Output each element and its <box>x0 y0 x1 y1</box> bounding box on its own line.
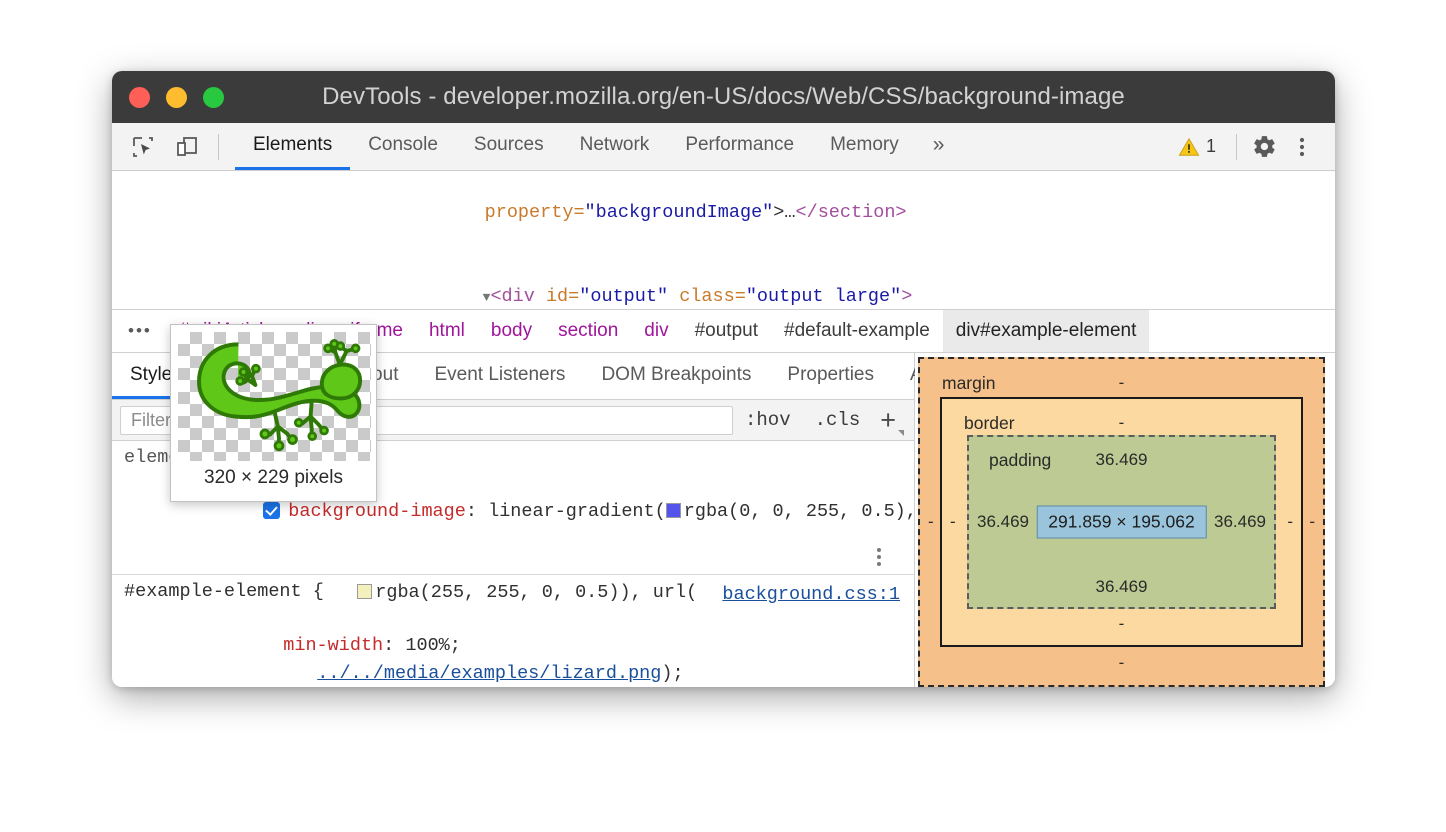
margin-right-value[interactable]: - <box>1309 512 1315 532</box>
declaration-colon: : <box>383 635 405 656</box>
image-preview-tooltip: 320 × 229 pixels <box>170 324 377 502</box>
margin-left-value[interactable]: - <box>928 512 934 532</box>
window-titlebar: DevTools - developer.mozilla.org/en-US/d… <box>112 71 1335 123</box>
dom-tag: <div <box>490 286 546 307</box>
toolbar-divider-right <box>1236 134 1237 160</box>
breadcrumb-item-example-element[interactable]: div#example-element <box>943 310 1150 352</box>
padding-top-value[interactable]: 36.469 <box>969 450 1274 470</box>
box-model-content-box[interactable]: 291.859 × 195.062 <box>1036 506 1206 539</box>
maximize-window-button[interactable] <box>203 87 224 108</box>
declaration-colon: : <box>466 501 488 522</box>
css-rule-example-element: #example-element { background.css:1 min-… <box>112 575 914 687</box>
dom-line[interactable]: ▼<div id="output" class="output large"> <box>112 255 1335 309</box>
declaration-fn: linear-gradient( <box>488 501 666 522</box>
warning-indicator[interactable]: 1 <box>1166 136 1228 158</box>
device-toolbar-icon[interactable] <box>170 130 204 164</box>
devtools-toolbar: Elements Console Sources Network Perform… <box>112 123 1335 171</box>
margin-top-value[interactable]: - <box>920 373 1323 393</box>
padding-right-value[interactable]: 36.469 <box>1214 512 1266 532</box>
declaration-name[interactable]: min-width <box>283 635 383 656</box>
dom-attr-value: "output large" <box>746 286 901 307</box>
declaration-value[interactable]: 100%; <box>405 635 461 656</box>
cls-button[interactable]: .cls <box>803 409 873 431</box>
window-title: DevTools - developer.mozilla.org/en-US/d… <box>112 83 1335 111</box>
declaration-checkbox[interactable] <box>263 502 280 519</box>
more-tabs-button[interactable]: » <box>917 123 961 170</box>
image-preview-caption: 320 × 229 pixels <box>178 461 369 489</box>
minimize-window-button[interactable] <box>166 87 187 108</box>
close-window-button[interactable] <box>129 87 150 108</box>
dom-punct: > <box>901 286 912 307</box>
border-top-value[interactable]: - <box>942 413 1301 433</box>
dom-attr-name: class= <box>668 286 746 307</box>
tab-memory[interactable]: Memory <box>812 123 917 170</box>
new-style-rule-button[interactable]: + <box>872 407 906 434</box>
dom-attr-value: "backgroundImage" <box>585 202 774 223</box>
breadcrumb-item-html[interactable]: html <box>416 310 478 352</box>
breadcrumb-item-section[interactable]: section <box>545 310 631 352</box>
tab-performance[interactable]: Performance <box>667 123 812 170</box>
dom-attr-name: id= <box>546 286 579 307</box>
dom-attr-name: property= <box>485 202 585 223</box>
box-model-padding-box[interactable]: padding 36.469 36.469 36.469 36.469 291.… <box>967 435 1276 609</box>
lizard-icon <box>178 332 371 461</box>
padding-left-value[interactable]: 36.469 <box>977 512 1029 532</box>
tab-event-listeners[interactable]: Event Listeners <box>416 353 583 399</box>
dom-attr-value: "output" <box>579 286 668 307</box>
hov-button[interactable]: :hov <box>733 409 803 431</box>
window-controls <box>129 87 224 108</box>
color-swatch-blue[interactable] <box>666 503 681 518</box>
box-model-border-box[interactable]: border - - - - padding 36.469 36.469 36.… <box>940 397 1303 647</box>
kebab-menu-icon[interactable] <box>1283 128 1321 166</box>
breadcrumb-item-body[interactable]: body <box>478 310 545 352</box>
box-model-margin-box[interactable]: margin - - - - border - - - - padding 36… <box>918 357 1325 687</box>
breadcrumb-item-default-example[interactable]: #default-example <box>771 310 943 352</box>
stylesheet-source-link[interactable]: background.css:1 <box>722 581 900 608</box>
warning-triangle-icon <box>1178 136 1200 158</box>
dom-line[interactable]: property="backgroundImage">…</section> <box>112 171 1335 255</box>
toolbar-divider <box>218 134 219 160</box>
border-bottom-value[interactable]: - <box>942 614 1301 634</box>
breadcrumb-overflow-button[interactable]: ••• <box>112 321 166 341</box>
tab-network[interactable]: Network <box>562 123 668 170</box>
lizard-image <box>178 332 371 461</box>
toolbar-left-icons <box>112 123 235 170</box>
panel-tabs: Elements Console Sources Network Perform… <box>235 123 960 170</box>
tab-sources[interactable]: Sources <box>456 123 562 170</box>
breadcrumb-item-div-2[interactable]: div <box>631 310 681 352</box>
rule2-declaration-min-height[interactable]: min-height: 100%; <box>112 686 914 687</box>
breadcrumb-item-output[interactable]: #output <box>682 310 771 352</box>
tab-dom-breakpoints[interactable]: DOM Breakpoints <box>583 353 769 399</box>
gear-icon[interactable] <box>1245 128 1283 166</box>
tab-console[interactable]: Console <box>350 123 456 170</box>
dom-ellipsis: … <box>784 202 795 223</box>
devtools-window: DevTools - developer.mozilla.org/en-US/d… <box>112 71 1335 687</box>
dom-tree[interactable]: property="backgroundImage">…</section> ▼… <box>112 171 1335 309</box>
tab-elements[interactable]: Elements <box>235 123 350 170</box>
inspect-element-icon[interactable] <box>126 130 160 164</box>
rule2-declaration-min-width[interactable]: min-width: 100%; <box>112 605 914 686</box>
toolbar-right-icons: 1 <box>1166 123 1335 170</box>
declaration-name[interactable]: background-image <box>288 501 466 522</box>
padding-bottom-value[interactable]: 36.469 <box>969 577 1274 597</box>
dom-close-tag: </section> <box>796 202 907 223</box>
border-left-value[interactable]: - <box>950 512 956 532</box>
margin-bottom-value[interactable]: - <box>920 653 1323 673</box>
box-model-pane: margin - - - - border - - - - padding 36… <box>915 353 1335 687</box>
border-right-value[interactable]: - <box>1287 512 1293 532</box>
tab-properties[interactable]: Properties <box>769 353 892 399</box>
rule-more-options-icon[interactable] <box>870 548 888 566</box>
dom-punct: > <box>773 202 784 223</box>
declaration-color-1: rgba(0, 0, 255, 0.5), <box>684 501 914 522</box>
warning-count: 1 <box>1206 136 1216 157</box>
